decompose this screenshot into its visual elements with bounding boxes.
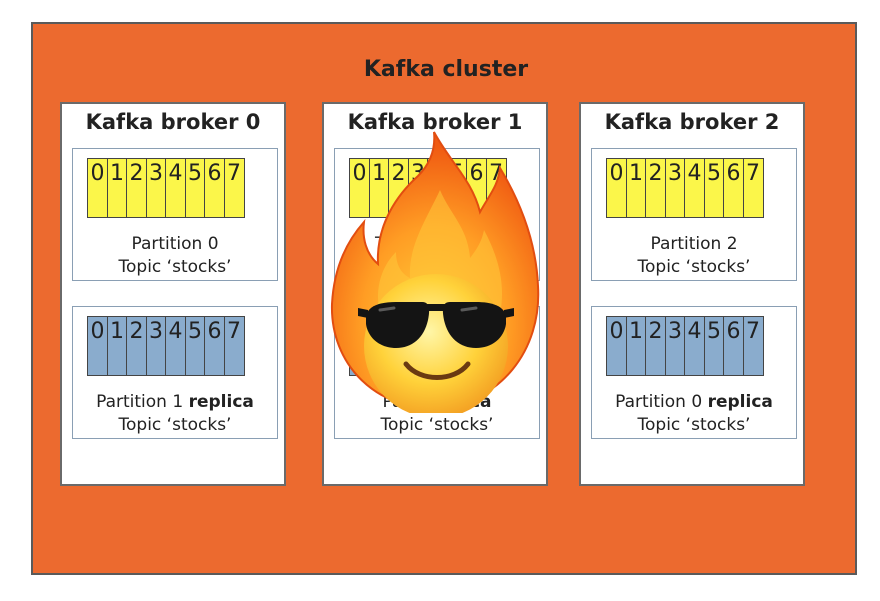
broker-title: Kafka broker 2 <box>604 110 780 134</box>
partition-box: 0 1 2 3 4 5 6 7 Partition 2 Topic ‘stock… <box>591 148 797 281</box>
partition-box: 0 1 2 3 4 5 6 7 Partition 0 Topic ‘stock… <box>72 148 278 281</box>
offset-cells: 0 1 2 3 4 5 6 7 <box>606 158 764 218</box>
partition-name: Partition 0 <box>131 234 219 254</box>
partition-label: Partition 2 <box>592 233 796 256</box>
offset-cell: 2 <box>645 158 666 218</box>
offset-cell: 6 <box>204 316 225 376</box>
offset-cell: 2 <box>126 158 147 218</box>
offset-cell: 4 <box>165 158 186 218</box>
offset-cells: 0 1 2 3 4 5 6 7 <box>87 316 245 376</box>
offset-cells: 0 1 2 3 4 5 6 7 <box>606 316 764 376</box>
partition-name: Partition 0 <box>615 392 703 412</box>
partition-name: Partition 1 <box>96 392 184 412</box>
offset-cell: 5 <box>703 158 725 218</box>
topic-label: Topic ‘stocks’ <box>637 257 751 277</box>
offset-cell: 7 <box>223 316 245 376</box>
partition-label: Partition 1 replica <box>73 391 277 414</box>
offset-cell: 7 <box>742 316 764 376</box>
offset-cell: 1 <box>625 316 647 376</box>
offset-cell: 0 <box>606 158 627 218</box>
offset-cell: 3 <box>664 158 686 218</box>
replica-tag: replica <box>188 392 254 412</box>
topic-label: Topic ‘stocks’ <box>380 415 494 435</box>
offset-cell: 4 <box>684 316 705 376</box>
topic-label: Topic ‘stocks’ <box>637 415 751 435</box>
offset-cell: 0 <box>87 316 108 376</box>
partition-box: 0 1 2 3 4 5 6 7 Partition 0 replica Topi… <box>591 306 797 439</box>
cluster-title: Kafka cluster <box>363 57 529 82</box>
offset-cell: 6 <box>723 316 744 376</box>
topic-label: Topic ‘stocks’ <box>118 257 232 277</box>
topic-label: Topic ‘stocks’ <box>118 415 232 435</box>
fire-sunglasses-emoji-icon <box>330 131 540 413</box>
broker-title: Kafka broker 0 <box>85 110 261 134</box>
replica-tag: replica <box>707 392 773 412</box>
offset-cell: 1 <box>625 158 647 218</box>
partition-label: Partition 0 <box>73 233 277 256</box>
offset-cell: 0 <box>87 158 108 218</box>
offset-cell: 3 <box>145 158 167 218</box>
offset-cell: 3 <box>664 316 686 376</box>
offset-cell: 1 <box>106 158 128 218</box>
offset-cell: 6 <box>204 158 225 218</box>
partition-box: 0 1 2 3 4 5 6 7 Partition 1 replica Topi… <box>72 306 278 439</box>
offset-cell: 4 <box>684 158 705 218</box>
offset-cell: 0 <box>606 316 627 376</box>
offset-cell: 7 <box>223 158 245 218</box>
broker-2: Kafka broker 2 0 1 2 3 4 5 6 7 Partition… <box>579 102 805 486</box>
offset-cell: 4 <box>165 316 186 376</box>
offset-cells: 0 1 2 3 4 5 6 7 <box>87 158 245 218</box>
offset-cell: 6 <box>723 158 744 218</box>
offset-cell: 5 <box>703 316 725 376</box>
offset-cell: 2 <box>645 316 666 376</box>
offset-cell: 3 <box>145 316 167 376</box>
partition-name: Partition 2 <box>650 234 738 254</box>
offset-cell: 7 <box>742 158 764 218</box>
offset-cell: 1 <box>106 316 128 376</box>
offset-cell: 2 <box>126 316 147 376</box>
partition-label: Partition 0 replica <box>592 391 796 414</box>
offset-cell: 5 <box>184 158 206 218</box>
broker-0: Kafka broker 0 0 1 2 3 4 5 6 7 Partition… <box>60 102 286 486</box>
offset-cell: 5 <box>184 316 206 376</box>
